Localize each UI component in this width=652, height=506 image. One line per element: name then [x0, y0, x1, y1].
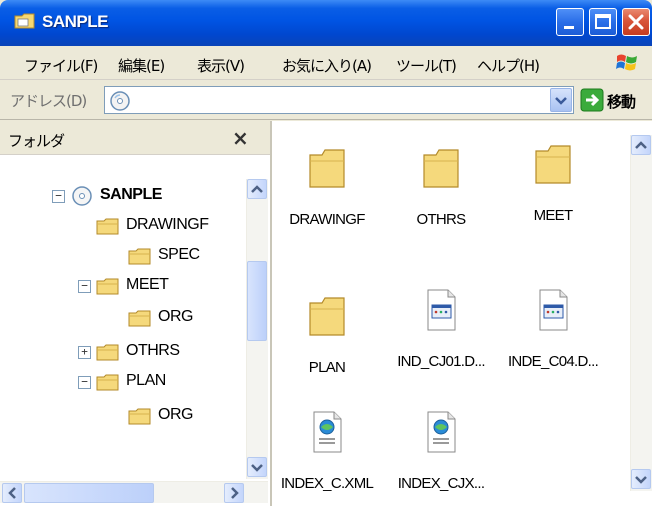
- file-item-label: PLAN: [308, 359, 346, 376]
- menu-favorites[interactable]: お気に入り(A): [282, 55, 372, 76]
- folder-icon: [128, 310, 151, 327]
- tree-item-org[interactable]: ORG: [128, 305, 238, 333]
- file-item-othrs[interactable]: OTHRS: [386, 145, 496, 245]
- folder-icon: [96, 278, 119, 295]
- window-title: SANPLE: [42, 12, 108, 31]
- tree-toggle[interactable]: +: [78, 346, 91, 359]
- windows-logo-icon: [616, 54, 637, 71]
- file-item-meet[interactable]: MEET: [498, 141, 608, 241]
- file-item-label: INDEX_C.XML: [280, 475, 374, 492]
- maximize-button[interactable]: [589, 8, 617, 36]
- tree-item-spec[interactable]: SPEC: [128, 243, 238, 271]
- chevron-down-icon: [251, 464, 263, 472]
- title-bar[interactable]: SANPLE: [0, 0, 652, 46]
- menu-edit[interactable]: 編集(E): [118, 55, 165, 76]
- chevron-right-icon: [231, 487, 239, 499]
- tree-item-label: SPEC: [158, 246, 200, 263]
- file-item-label: IND_CJ01.D...: [397, 353, 485, 370]
- folder-icon: [128, 408, 151, 425]
- file-item-label: DRAWINGF: [289, 211, 365, 228]
- tree-item-othrs[interactable]: + OTHRS: [78, 339, 228, 367]
- tree-item-label: DRAWINGF: [126, 216, 209, 233]
- file-list-area: DRAWINGF OTHRS MEET PLAN IND_CJ01.D... I…: [272, 121, 652, 506]
- file-item-index-cjx[interactable]: INDEX_CJX...: [386, 409, 496, 506]
- chevron-left-icon: [8, 487, 16, 499]
- xml-file-icon: [313, 411, 342, 453]
- scroll-thumb[interactable]: [247, 261, 267, 341]
- folder-pane-header: フォルダ ×: [0, 121, 270, 155]
- folder-icon: [96, 374, 119, 391]
- address-bar: アドレス(D) 移動: [0, 80, 652, 120]
- file-item-index-c-xml[interactable]: INDEX_C.XML: [272, 409, 382, 506]
- tree-item-meet[interactable]: − MEET: [78, 273, 228, 301]
- tree-item-label: ORG: [158, 308, 193, 325]
- scroll-thumb[interactable]: [24, 483, 154, 503]
- tree-item-org[interactable]: ORG: [128, 403, 238, 431]
- document-icon: [539, 289, 568, 331]
- scroll-left-button[interactable]: [2, 483, 22, 503]
- scroll-up-button[interactable]: [247, 179, 267, 199]
- cd-drive-icon: [110, 91, 130, 111]
- tree-item-plan[interactable]: − PLAN: [78, 369, 228, 397]
- file-item-ind-cj01[interactable]: IND_CJ01.D...: [386, 287, 496, 387]
- chevron-down-icon: [555, 97, 567, 105]
- close-button[interactable]: [622, 8, 650, 36]
- file-item-label: INDE_C04.D...: [507, 353, 599, 370]
- tree-item-label: SANPLE: [100, 186, 162, 203]
- go-arrow-icon[interactable]: [580, 88, 604, 112]
- file-item-drawingf[interactable]: DRAWINGF: [272, 145, 382, 245]
- menu-help[interactable]: ヘルプ(H): [477, 55, 540, 76]
- folder-pane-title: フォルダ: [8, 132, 65, 150]
- tree-item-drawingf[interactable]: DRAWINGF: [96, 213, 246, 241]
- menu-file[interactable]: ファイル(F): [24, 55, 98, 76]
- folder-icon: [96, 218, 119, 235]
- tree-toggle[interactable]: −: [78, 376, 91, 389]
- address-dropdown-button[interactable]: [550, 88, 572, 112]
- menu-bar: ファイル(F) 編集(E) 表示(V) お気に入り(A) ツール(T) ヘルプ(…: [0, 46, 652, 80]
- scroll-right-button[interactable]: [224, 483, 244, 503]
- file-item-plan[interactable]: PLAN: [272, 293, 382, 393]
- tree-item-label: MEET: [126, 276, 169, 293]
- folder-icon: [535, 145, 571, 184]
- address-input[interactable]: [104, 86, 574, 114]
- go-button[interactable]: 移動: [607, 91, 636, 112]
- file-item-label: OTHRS: [416, 211, 466, 228]
- tree-toggle[interactable]: −: [78, 280, 91, 293]
- tree-item-label: OTHRS: [126, 342, 180, 359]
- minimize-button[interactable]: [556, 8, 584, 36]
- tree-item-sanple[interactable]: − SANPLE: [52, 183, 242, 211]
- maximize-icon: [595, 14, 611, 29]
- folder-icon: [423, 149, 459, 188]
- chevron-up-icon: [251, 185, 263, 193]
- folder-icon: [309, 149, 345, 188]
- folder-pane: フォルダ × − SANPLE DRAWINGF SPEC − MEET ORG…: [0, 121, 272, 506]
- cd-drive-icon: [72, 186, 92, 206]
- folder-pane-close-button[interactable]: ×: [232, 126, 249, 150]
- tree-toggle[interactable]: −: [52, 190, 65, 203]
- chevron-up-icon: [635, 141, 647, 149]
- folder-icon: [14, 13, 35, 29]
- tree-item-label: ORG: [158, 406, 193, 423]
- file-list-vertical-scrollbar[interactable]: [630, 135, 652, 491]
- folder-icon: [128, 248, 151, 265]
- address-label: アドレス(D): [10, 92, 87, 110]
- close-icon: [628, 14, 644, 30]
- chevron-down-icon: [635, 476, 647, 484]
- minimize-icon: [564, 26, 574, 29]
- document-icon: [427, 289, 456, 331]
- tree-item-label: PLAN: [126, 372, 166, 389]
- explorer-window: SANPLE ファイル(F) 編集(E) 表示(V) お気に入り(A) ツール(…: [0, 0, 652, 506]
- folder-icon: [96, 344, 119, 361]
- file-item-label: MEET: [533, 207, 574, 224]
- folder-pane-horizontal-scrollbar[interactable]: [0, 481, 268, 503]
- xml-file-icon: [427, 411, 456, 453]
- file-item-label: INDEX_CJX...: [397, 475, 485, 492]
- menu-view[interactable]: 表示(V): [197, 55, 245, 76]
- menu-tools[interactable]: ツール(T): [396, 55, 457, 76]
- scroll-down-button[interactable]: [631, 469, 651, 489]
- file-item-inde-c04[interactable]: INDE_C04.D...: [498, 287, 608, 387]
- folder-icon: [309, 297, 345, 336]
- scroll-down-button[interactable]: [247, 457, 267, 477]
- scroll-up-button[interactable]: [631, 135, 651, 155]
